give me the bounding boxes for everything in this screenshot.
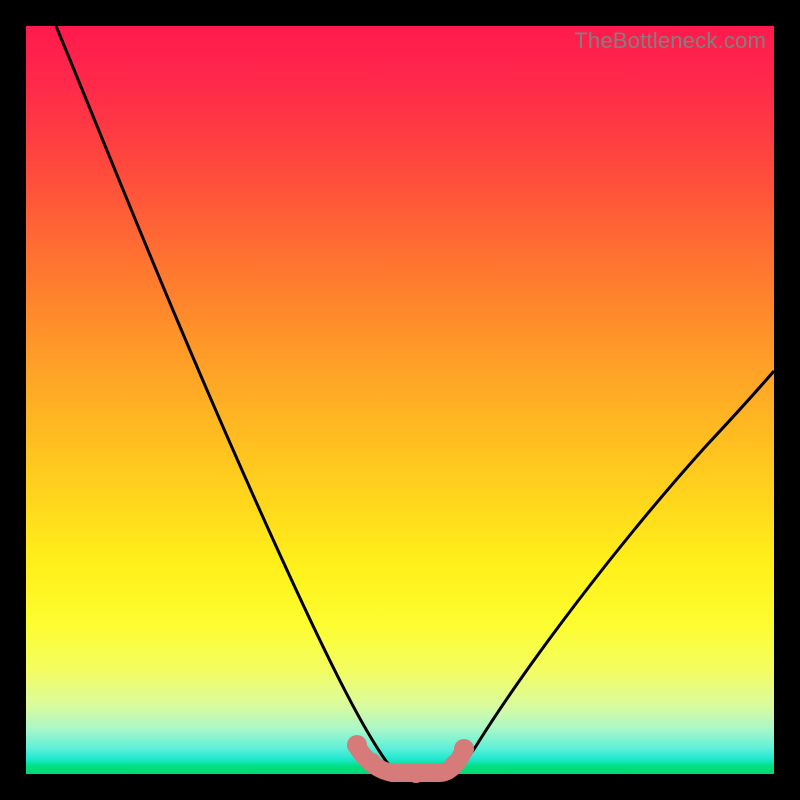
- right-curve: [446, 371, 774, 774]
- left-curve: [56, 26, 404, 774]
- marker-band: [347, 735, 474, 783]
- plot-area: TheBottleneck.com: [26, 26, 774, 774]
- chart-svg: [26, 26, 774, 774]
- chart-frame: TheBottleneck.com: [0, 0, 800, 800]
